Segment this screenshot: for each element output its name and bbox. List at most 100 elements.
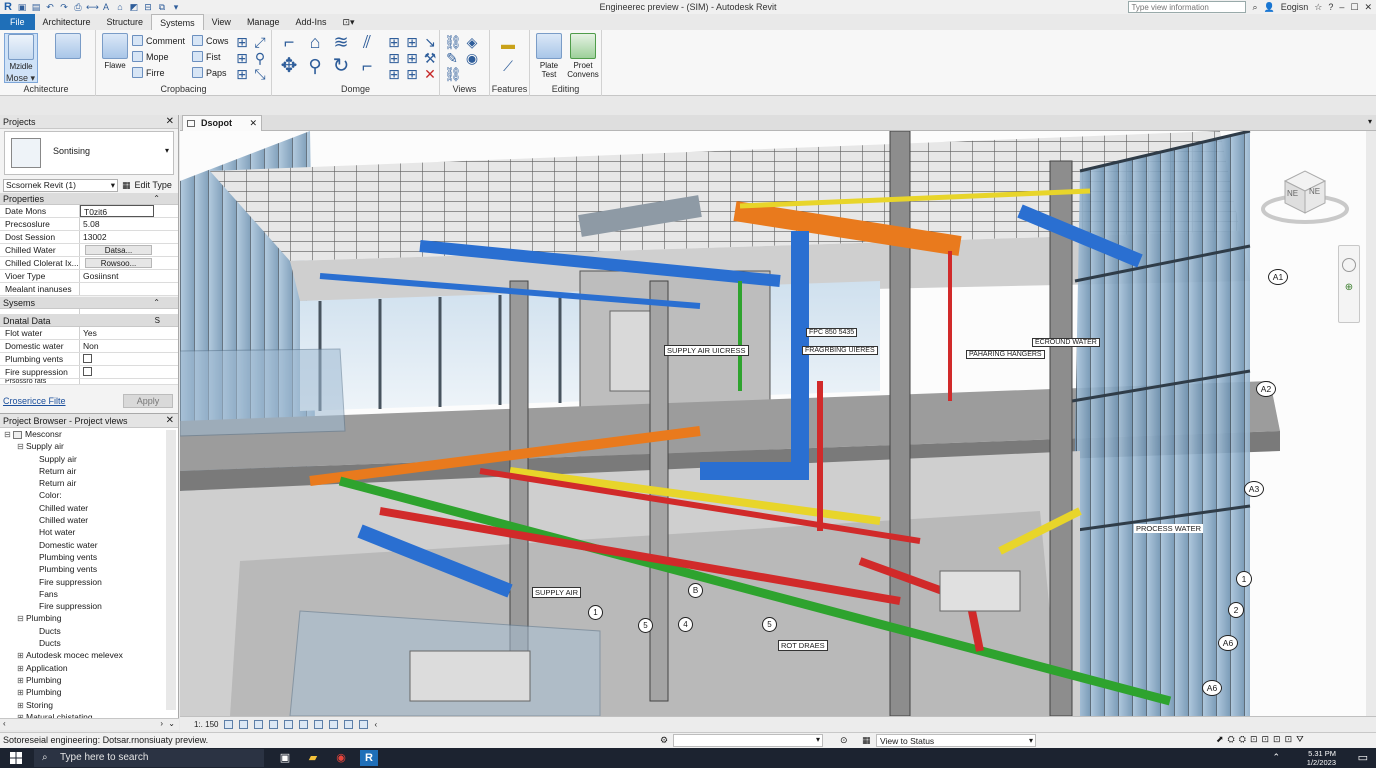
save-icon[interactable]: ▤ xyxy=(30,2,42,13)
help-icon[interactable]: ? xyxy=(1328,2,1333,12)
browser-tree-item[interactable]: Chilled water xyxy=(0,502,178,514)
firre-button[interactable]: Firre xyxy=(132,66,165,79)
minimize-icon[interactable]: – xyxy=(1339,2,1344,12)
pipe-fitting-icon[interactable]: ⫽ xyxy=(356,33,378,51)
edit-type-icon[interactable]: ▦ xyxy=(122,180,131,191)
view-cube[interactable]: NE NE xyxy=(1260,165,1350,225)
pipe-icon[interactable]: ≋ xyxy=(330,33,352,51)
section-mark[interactable]: B xyxy=(688,583,703,598)
sun-path-icon[interactable] xyxy=(254,720,264,729)
features-b-icon[interactable]: ⟋ xyxy=(494,58,522,74)
property-row[interactable]: Date Mons T0zit6 xyxy=(0,205,178,218)
grid-b-icon[interactable]: ⊞ xyxy=(404,34,420,50)
design-options-icon[interactable]: ▦ xyxy=(862,735,871,746)
category-dnatal-data[interactable]: Dnatal Data S xyxy=(0,315,178,327)
property-row[interactable]: Mealant inanuses xyxy=(0,283,178,296)
3d-view-icon[interactable]: ⌂ xyxy=(114,2,126,13)
property-row[interactable]: Plumbing vents xyxy=(0,353,178,366)
tab-file[interactable]: File xyxy=(0,14,35,30)
tab-manage[interactable]: Manage xyxy=(239,14,288,30)
tool-a-icon[interactable]: ⊞ xyxy=(234,34,250,50)
expand-icon[interactable]: ⊞ xyxy=(17,650,26,662)
open-icon[interactable]: ▣ xyxy=(16,2,28,13)
comment-button[interactable]: Comment xyxy=(132,34,185,47)
grid-bubble[interactable]: A1 xyxy=(1268,269,1288,285)
network-icon[interactable]: ⌃ xyxy=(1272,752,1280,763)
task-view-icon[interactable]: ▣ xyxy=(276,750,294,766)
user-icon[interactable]: 👤 xyxy=(1264,2,1275,13)
chevron-down-icon[interactable]: ▾ xyxy=(165,146,169,155)
user-name[interactable]: Eogisn xyxy=(1281,2,1309,12)
section-icon[interactable]: ◩ xyxy=(128,2,140,13)
customize-dropdown-icon[interactable]: ▾ xyxy=(170,2,182,13)
editing-requests-icon[interactable]: ⊙ xyxy=(840,735,848,746)
browser-tree-item[interactable]: Color: xyxy=(0,489,178,501)
apply-button[interactable]: Apply xyxy=(123,394,173,408)
edit-type-button[interactable]: Edit Type xyxy=(135,180,172,190)
grid-d-icon[interactable]: ⊞ xyxy=(404,50,420,66)
browser-horizontal-scrollbar[interactable]: ‹ › ⌄ xyxy=(0,718,179,730)
view-list-dropdown-icon[interactable]: ▾ xyxy=(1368,117,1372,126)
windows-start-icon[interactable] xyxy=(10,752,22,764)
browser-tree-item[interactable]: ⊞ Plumbing xyxy=(0,674,178,686)
grid-e-icon[interactable]: ⊞ xyxy=(386,66,402,82)
close-browser-icon[interactable]: ✕ xyxy=(166,414,174,428)
taskbar-clock[interactable]: 5.31 PM 1/2/2023 xyxy=(1307,749,1336,767)
tag-fpc[interactable]: FPC 850 5435 xyxy=(806,328,858,337)
section-mark[interactable]: 5 xyxy=(638,618,653,633)
collapse-icon[interactable]: ⊟ xyxy=(17,441,26,453)
redo-icon[interactable]: ↷ xyxy=(58,2,70,13)
delete-icon[interactable]: ✕ xyxy=(422,66,438,82)
browser-tree-item[interactable]: Fans xyxy=(0,588,178,600)
duct-fitting-icon[interactable]: ⌂ xyxy=(304,33,326,51)
grid-a-icon[interactable]: ⊞ xyxy=(386,34,402,50)
expand-icon[interactable]: ⊞ xyxy=(17,700,26,712)
notifications-icon[interactable]: ▭ xyxy=(1358,751,1368,764)
tab-structure[interactable]: Structure xyxy=(99,14,152,30)
chrome-icon[interactable]: ◉ xyxy=(332,750,350,766)
grid-bubble[interactable]: A6 xyxy=(1202,680,1222,696)
fist-button[interactable]: Fist xyxy=(192,50,221,63)
grid-bubble[interactable]: 1 xyxy=(1236,571,1252,587)
lock-view-icon[interactable] xyxy=(329,720,339,729)
section-mark[interactable]: 4 xyxy=(678,617,693,632)
browser-scrollbar[interactable] xyxy=(166,430,176,710)
tab-systems[interactable]: Systems xyxy=(151,14,204,30)
view-scale[interactable]: 1:. 150 xyxy=(194,720,218,729)
arrow-icon[interactable]: ↘ xyxy=(422,34,438,50)
zoom-icon[interactable]: ⚲ xyxy=(304,57,326,75)
category-sysems[interactable]: Sysems ⌃ xyxy=(0,297,178,309)
tag-ecround-water[interactable]: ECROUND WATER xyxy=(1032,338,1100,347)
render-icon[interactable] xyxy=(284,720,294,729)
close-view-icon[interactable]: ✕ xyxy=(249,116,257,131)
contextual-dropdown-icon[interactable]: ⊡▾ xyxy=(335,14,363,30)
browser-tree-item[interactable]: Fire suppression xyxy=(0,576,178,588)
expand-icon[interactable]: ⊞ xyxy=(17,687,26,699)
view-cube-right-face[interactable]: NE xyxy=(1309,187,1320,196)
select-dropdown[interactable]: Mose ▾ Achitecture xyxy=(0,73,95,94)
browser-tree-item[interactable]: ⊞ Plumbing xyxy=(0,686,178,698)
taskbar-search[interactable]: ⌕ Type here to search xyxy=(34,749,264,767)
browser-tree-item[interactable]: ⊞ Matural chistating xyxy=(0,711,178,718)
switch-windows-icon[interactable]: ⧉ xyxy=(156,2,168,13)
category-properties[interactable]: Properties ⌃ xyxy=(0,193,178,205)
grid-bubble[interactable]: A2 xyxy=(1256,381,1276,397)
browser-tree-item[interactable]: Return air xyxy=(0,477,178,489)
trim-icon[interactable]: ⌐ xyxy=(356,57,378,75)
wrench-icon[interactable]: ⚒ xyxy=(422,50,438,66)
tool-e-icon[interactable]: ⊞ xyxy=(234,66,250,82)
grid-bubble[interactable]: A3 xyxy=(1244,481,1264,497)
crop-view-icon[interactable] xyxy=(299,720,309,729)
plate-test-button[interactable]: Plate Test xyxy=(532,33,566,83)
drawing-canvas[interactable]: SUPPLY AIR UICRESS FPC 850 5435 FRAGRBIN… xyxy=(180,131,1366,716)
chilled-clolerat-edit-button[interactable]: Rowsoo... xyxy=(85,258,152,268)
browser-tree-item[interactable]: ⊞ Storing xyxy=(0,699,178,711)
chain-icon[interactable]: ⛓ xyxy=(444,66,462,82)
visual-style-icon[interactable] xyxy=(239,720,249,729)
scroll-left-icon[interactable]: ‹ xyxy=(374,720,377,729)
workset-selector[interactable]: ▾ xyxy=(673,734,823,747)
tag-supply-air-uicress[interactable]: SUPPLY AIR UICRESS xyxy=(664,345,749,356)
tab-view[interactable]: View xyxy=(204,14,239,30)
property-row[interactable]: Vioer Type Gosiinsnt xyxy=(0,270,178,283)
section-mark[interactable]: 5 xyxy=(762,617,777,632)
